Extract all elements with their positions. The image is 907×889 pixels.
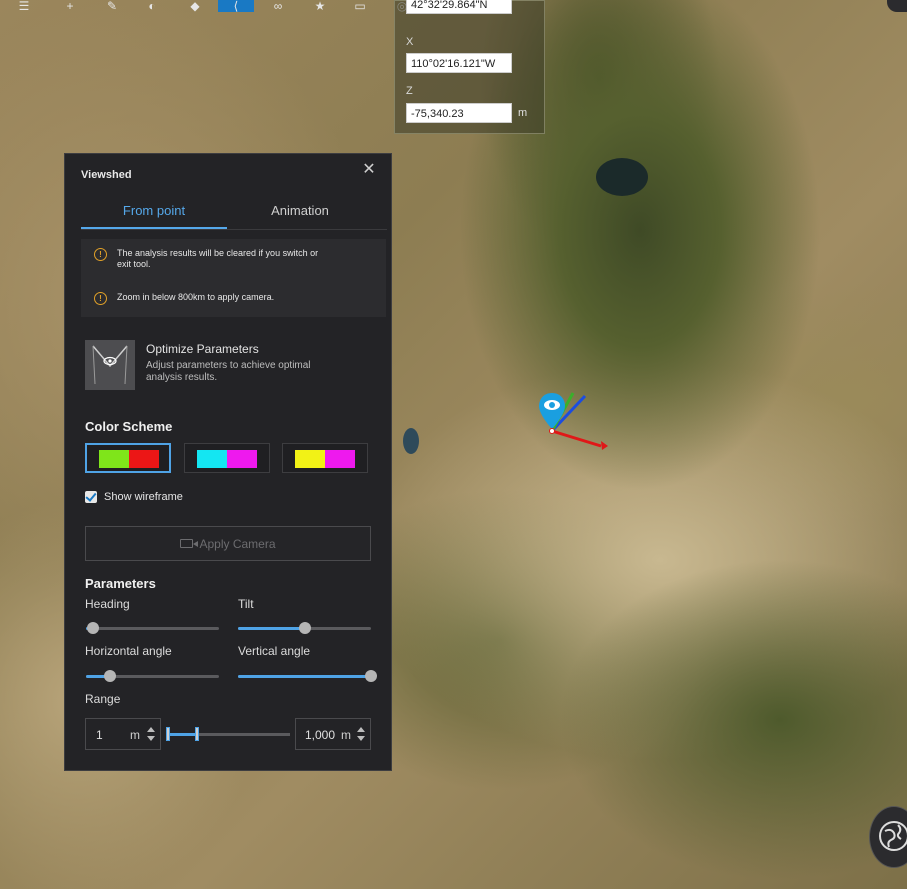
shape-icon[interactable]: ◐ — [132, 0, 172, 12]
range-max-input[interactable]: 1,000 m — [295, 718, 371, 750]
optimize-description: Adjust parameters to achieve optimal ana… — [146, 360, 311, 383]
viewpoint-marker[interactable] — [539, 391, 609, 451]
slider-thumb[interactable] — [103, 670, 116, 682]
pin-icon — [539, 393, 565, 429]
tilt-slider[interactable] — [238, 622, 371, 634]
apply-camera-button[interactable]: Apply Camera — [85, 526, 371, 561]
swatch-secondary — [227, 450, 257, 468]
z-coordinate-field[interactable]: -75,340.23 — [406, 103, 512, 123]
list-icon[interactable]: ☰ — [0, 0, 48, 12]
draw-icon[interactable]: ✎ — [92, 0, 132, 12]
check-icon — [85, 490, 97, 502]
swatch-primary — [99, 450, 129, 468]
notice-text: The analysis results will be cleared if … — [117, 248, 319, 269]
viewshed-icon[interactable]: ⟨ — [218, 0, 254, 12]
warning-icon: ! — [94, 292, 107, 305]
tab-from-point[interactable]: From point — [81, 200, 227, 229]
tab-animation[interactable]: Animation — [227, 200, 373, 228]
place-icon[interactable]: ◆ — [172, 0, 218, 12]
color-scheme-option-3[interactable] — [282, 443, 368, 473]
range-min-handle[interactable] — [166, 727, 170, 741]
slider-thumb[interactable] — [86, 622, 99, 634]
panel-title: Viewshed — [81, 169, 132, 181]
notice-clear: ! The analysis results will be cleared i… — [94, 248, 332, 270]
warning-icon: ! — [94, 248, 107, 261]
bookmark-icon[interactable]: ★ — [302, 0, 338, 12]
swatch-primary — [295, 450, 325, 468]
z-unit: m — [518, 107, 528, 119]
range-max-value: 1,000 — [305, 728, 336, 742]
slider-thumb[interactable] — [298, 622, 311, 634]
globe-icon[interactable] — [869, 806, 907, 868]
close-icon[interactable]: ✕ — [361, 162, 377, 178]
swatch-secondary — [129, 450, 159, 468]
viewshed-panel: Viewshed ✕ From point Animation ! The an… — [64, 153, 392, 771]
range-slider[interactable] — [166, 727, 290, 741]
lake — [596, 158, 648, 196]
range-fill — [166, 733, 195, 736]
y-coordinate-field[interactable]: 42°32'29.864"N — [406, 0, 512, 14]
plus-icon[interactable]: + — [48, 0, 92, 12]
optimize-parameters[interactable]: Optimize Parameters Adjust parameters to… — [85, 340, 375, 395]
range-min-stepper[interactable] — [147, 725, 155, 743]
slider-thumb[interactable] — [365, 670, 377, 682]
optimize-title: Optimize Parameters — [146, 342, 259, 356]
tilt-label: Tilt — [238, 597, 254, 611]
vertical-angle-slider[interactable] — [238, 670, 377, 682]
optimize-thumbnail-icon — [85, 340, 135, 390]
heading-label: Heading — [85, 597, 130, 611]
coordinate-panel: 42°32'29.864"N X 110°02'16.121"W Z -75,3… — [394, 0, 545, 134]
heading-slider[interactable] — [86, 622, 219, 634]
notice-zoom: ! Zoom in below 800km to apply camera. — [94, 292, 332, 305]
range-max-handle[interactable] — [194, 727, 199, 741]
parameters-title: Parameters — [85, 576, 156, 591]
tab-bar: From point Animation — [81, 200, 387, 230]
range-min-unit: m — [130, 728, 140, 742]
range-min-value: 1 — [96, 728, 103, 742]
notice-box: ! The analysis results will be cleared i… — [81, 239, 386, 317]
vertical-angle-label: Vertical angle — [238, 644, 311, 658]
horizontal-angle-slider[interactable] — [86, 670, 219, 682]
z-label: Z — [406, 85, 413, 97]
x-label: X — [406, 36, 414, 48]
heading-arrowhead — [601, 441, 608, 450]
color-scheme-option-1[interactable] — [85, 443, 171, 473]
color-scheme-title: Color Scheme — [85, 419, 173, 434]
range-min-input[interactable]: 1 m — [85, 718, 161, 750]
show-wireframe-toggle[interactable]: Show wireframe — [85, 490, 183, 503]
notice-text: Zoom in below 800km to apply camera. — [117, 292, 275, 302]
window-icon[interactable]: ▭ — [338, 0, 382, 12]
horizontal-angle-label: Horizontal angle — [85, 644, 172, 658]
range-max-unit: m — [341, 728, 351, 742]
camera-icon — [180, 539, 199, 548]
swatch-secondary — [325, 450, 355, 468]
range-max-stepper[interactable] — [357, 725, 365, 743]
x-coordinate-field[interactable]: 110°02'16.121"W — [406, 53, 512, 73]
color-scheme-option-2[interactable] — [184, 443, 270, 473]
wireframe-checkbox[interactable] — [85, 490, 97, 503]
swatch-primary — [197, 450, 227, 468]
interlock-icon[interactable]: ∞ — [254, 0, 302, 12]
wireframe-label: Show wireframe — [104, 491, 183, 503]
heading-axis — [551, 429, 602, 448]
range-label: Range — [85, 692, 121, 706]
apply-camera-label: Apply Camera — [199, 536, 276, 551]
lake — [403, 428, 419, 454]
